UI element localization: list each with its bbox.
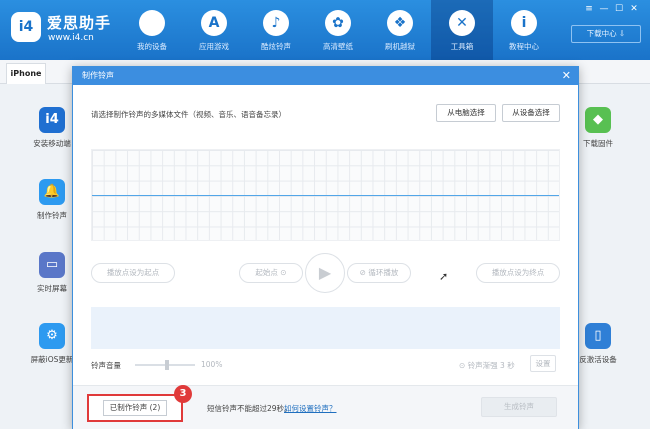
maximize-icon[interactable]: ☐ (613, 4, 625, 14)
step-badge: 3 (174, 385, 192, 403)
top-header: i4 爱思助手 www.i4.cn 我的设备 A 应用游戏 ♪ 酷炫铃声 ✿ 高… (0, 0, 650, 60)
volume-label: 铃声音量 (91, 361, 121, 370)
generate-ringtone-button[interactable]: 生成铃声 (481, 397, 557, 417)
how-to-set-ringtone-link[interactable]: 如何设置铃声？ (284, 403, 337, 414)
volume-value: 100% (201, 360, 223, 369)
brand-name: 爱思助手 (47, 14, 112, 32)
nav-tutorials[interactable]: i 教程中心 (493, 0, 555, 60)
minimize-icon[interactable]: — (598, 4, 610, 14)
play-icon[interactable]: ▶ (305, 253, 345, 293)
close-icon[interactable]: ✕ (628, 4, 640, 14)
nav-label: 刷机越狱 (385, 42, 415, 51)
nav-label: 酷炫铃声 (261, 42, 291, 51)
close-icon[interactable]: ✕ (562, 68, 571, 83)
from-device-button[interactable]: 从设备选择 (502, 104, 560, 122)
loop-play-button[interactable]: ⊘ 循环播放 (347, 263, 411, 283)
made-ringtones-label: 已制作铃声 (2) (102, 400, 168, 416)
tab-iphone[interactable]: iPhone (6, 63, 46, 84)
cube-icon: ◆ (585, 107, 611, 133)
make-ringtone-dialog: 制作铃声 ✕ 请选择制作铃声的多媒体文件（视频、音乐、语音备忘录） 从电脑选择 … (72, 66, 579, 429)
flower-icon: ✿ (325, 10, 351, 36)
nav-label: 教程中心 (509, 42, 539, 51)
i4-logo-icon: i4 (11, 12, 41, 42)
made-ringtones-button[interactable]: 已制作铃声 (2) (87, 394, 183, 422)
waveform-area[interactable] (91, 149, 560, 241)
menu-icon[interactable]: ≡ (583, 4, 595, 14)
app-store-icon: A (201, 10, 227, 36)
nav-my-device[interactable]: 我的设备 (121, 0, 183, 60)
selection-band (91, 307, 560, 349)
set-start-button[interactable]: 播放点设为起点 (91, 263, 175, 283)
monitor-icon: ▭ (39, 252, 65, 278)
gear-icon: ⚙ (39, 323, 65, 349)
phone-icon: ▯ (585, 323, 611, 349)
nav-toolbox[interactable]: ✕ 工具箱 (431, 0, 493, 60)
start-point-button[interactable]: 起始点 ⊙ (239, 263, 303, 283)
nav-flash-jailbreak[interactable]: ❖ 刷机越狱 (369, 0, 431, 60)
set-end-button[interactable]: 播放点设为终点 (476, 263, 560, 283)
apple-icon (139, 10, 165, 36)
settings-button[interactable]: 设置 (530, 355, 556, 372)
nav-apps-games[interactable]: A 应用游戏 (183, 0, 245, 60)
i4-app-icon: i4 (39, 107, 65, 133)
bell-icon: 🔔 (39, 179, 65, 205)
nav-ringtones[interactable]: ♪ 酷炫铃声 (245, 0, 307, 60)
dialog-title: 制作铃声 (82, 71, 114, 80)
info-icon: i (511, 10, 537, 36)
tools-icon: ✕ (449, 10, 475, 36)
dialog-titlebar: 制作铃声 ✕ (73, 67, 578, 85)
brand-url: www.i4.cn (48, 33, 94, 43)
nav-label: 高清壁纸 (323, 42, 353, 51)
nav-wallpapers[interactable]: ✿ 高清壁纸 (307, 0, 369, 60)
nav-label: 我的设备 (137, 42, 167, 51)
sms-ringtone-hint: 短信铃声不能超过29秒。 (207, 404, 292, 413)
mouse-cursor-icon: ➚ (439, 270, 449, 283)
file-select-prompt: 请选择制作铃声的多媒体文件（视频、音乐、语音备忘录） (91, 110, 286, 119)
download-center-button[interactable]: 下载中心 ⇩ (571, 25, 641, 43)
dropbox-icon: ❖ (387, 10, 413, 36)
nav-label: 工具箱 (450, 42, 474, 51)
fade-in-checkbox[interactable]: ⊙ 铃声渐强 3 秒 (459, 360, 515, 371)
bell-icon: ♪ (263, 10, 289, 36)
from-computer-button[interactable]: 从电脑选择 (436, 104, 496, 122)
nav-label: 应用游戏 (199, 42, 229, 51)
waveform-baseline (92, 195, 559, 196)
volume-slider-handle[interactable] (165, 360, 169, 370)
